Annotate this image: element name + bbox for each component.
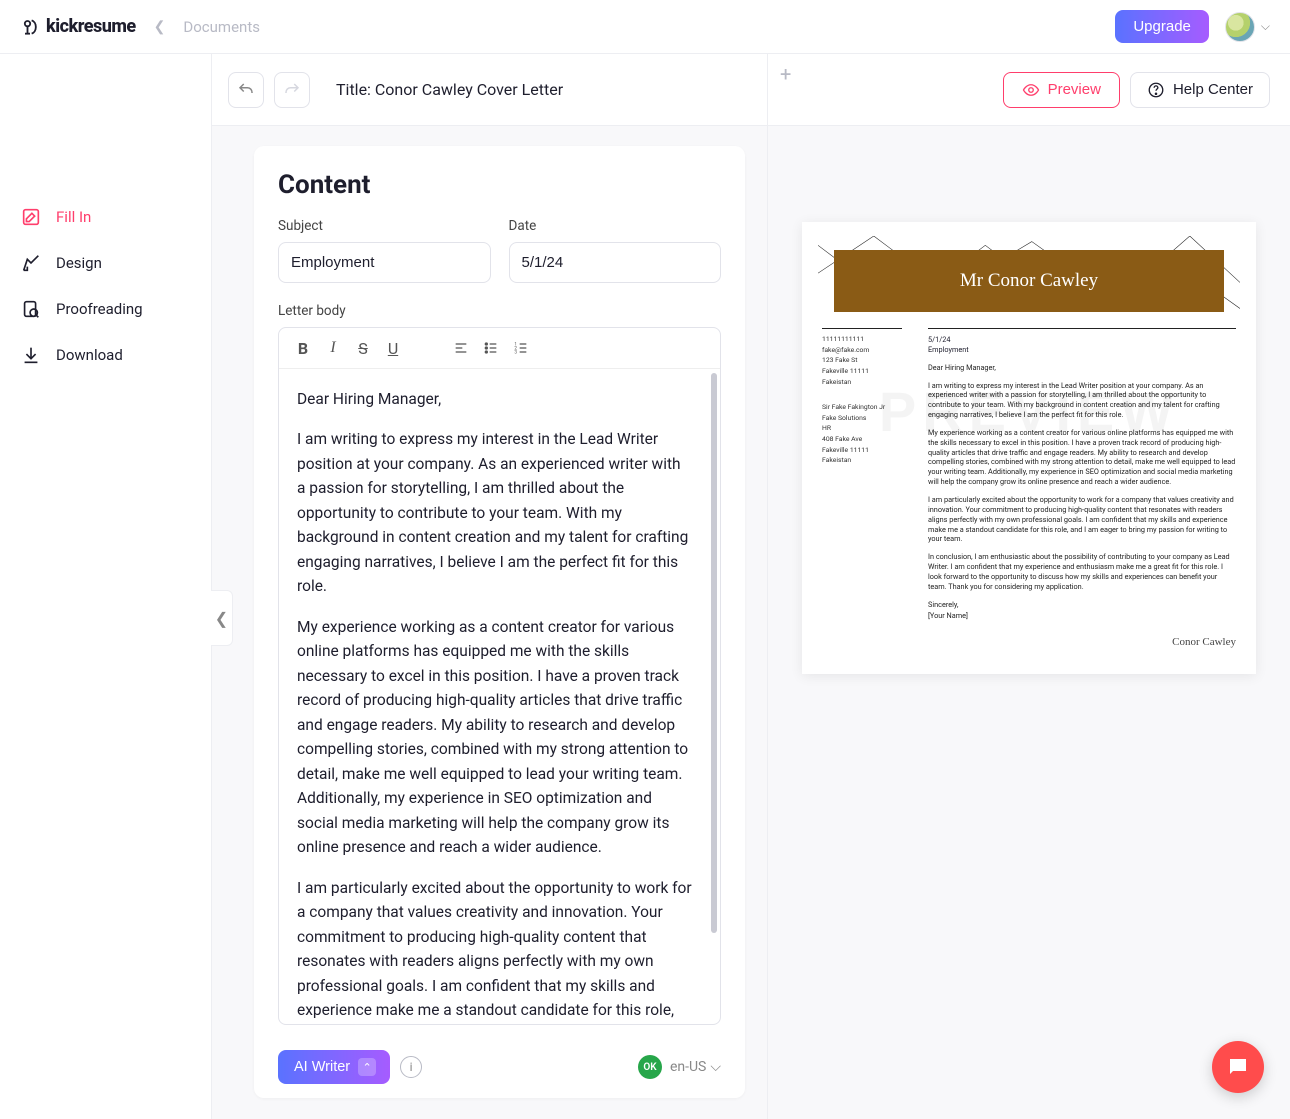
document-title[interactable]: Title: Conor Cawley Cover Letter [336,80,563,99]
subject-input[interactable] [278,242,491,283]
preview-subject: Employment [928,345,1236,355]
date-field: Date [509,218,722,283]
preview-paragraph: I am particularly excited about the oppo… [928,495,1236,544]
chat-support-button[interactable] [1212,1041,1264,1093]
ai-writer-button[interactable]: AI Writer ⌃ [278,1050,390,1084]
document-preview: PREVIEW Mr Conor Cawley 11111111111fake@… [802,222,1256,674]
logo-text: kickresume [46,16,136,37]
undo-button[interactable] [228,72,264,108]
content-card: Content Subject Date Letter body B I S U [254,146,745,1098]
header-left: kickresume ❮ Documents [20,16,260,37]
date-label: Date [509,218,722,234]
upgrade-button[interactable]: Upgrade [1115,10,1209,43]
rich-text-editor: B I S U 123 Dear Hiring Manager, I am wri… [278,327,721,1025]
preview-left-column: 11111111111fake@fake.com123 Fake StFakev… [822,328,902,650]
letter-paragraph: My experience working as a content creat… [297,615,692,860]
align-button[interactable] [447,334,475,362]
preview-signature: Conor Cawley [928,635,1236,650]
preview-name-banner: Mr Conor Cawley [834,250,1224,312]
breadcrumb[interactable]: Documents [183,18,260,36]
help-center-button[interactable]: Help Center [1130,72,1270,108]
design-icon [20,252,42,274]
redo-icon [283,81,301,99]
preview-paragraph: I am writing to express my interest in t… [928,381,1236,420]
preview-header: + Preview Help Center [768,54,1290,126]
numbered-list-button[interactable]: 123 [507,334,535,362]
undo-icon [237,81,255,99]
card-footer: AI Writer ⌃ i OK en-US ⌵ [278,1050,721,1084]
preview-date: 5/1/24 [928,335,1236,345]
nav-item-download[interactable]: Download [0,332,211,378]
subject-field: Subject [278,218,491,283]
nav-label: Design [56,254,102,272]
language-selector[interactable]: en-US ⌵ [670,1059,721,1075]
top-header: kickresume ❮ Documents Upgrade ⌵ [0,0,1290,54]
preview-right-column: 5/1/24 Employment Dear Hiring Manager, I… [928,328,1236,650]
download-icon [20,344,42,366]
logo[interactable]: kickresume [20,16,136,37]
nav-item-fill-in[interactable]: Fill In [0,194,211,240]
underline-button[interactable]: U [379,334,407,362]
letter-body-label: Letter body [278,303,721,319]
preview-closing: Sincerely, [928,600,1236,610]
eye-icon [1022,81,1040,99]
section-heading: Content [278,170,721,200]
nav-label: Proofreading [56,300,143,318]
preview-paragraph: My experience working as a content creat… [928,428,1236,487]
chat-icon [1226,1055,1250,1079]
preview-button[interactable]: Preview [1003,72,1120,108]
letter-paragraph: I am writing to express my interest in t… [297,427,692,598]
chevron-down-icon: ⌵ [710,1059,721,1075]
nav-label: Fill In [56,208,91,226]
info-icon[interactable]: i [400,1056,422,1078]
edit-icon [20,206,42,228]
account-menu[interactable]: ⌵ [1225,12,1270,42]
editor-toolbar: B I S U 123 [279,328,720,369]
help-icon [1147,81,1165,99]
chevron-down-icon: ⌵ [1261,19,1270,34]
scrollbar[interactable] [711,373,717,933]
nav-label: Download [56,346,123,364]
collapse-sidebar-button[interactable]: ❮ [211,590,233,646]
left-nav: Fill In Design Proofreading Download [0,54,211,1119]
bullet-list-button[interactable] [477,334,505,362]
grammar-ok-badge[interactable]: OK [638,1055,662,1079]
chevron-up-icon: ⌃ [358,1058,376,1076]
avatar [1225,12,1255,42]
header-right: Upgrade ⌵ [1115,10,1270,43]
preview-salutation: Dear Hiring Manager, [928,363,1236,373]
subject-label: Subject [278,218,491,234]
strikethrough-button[interactable]: S [349,334,377,362]
letter-paragraph: Dear Hiring Manager, [297,387,692,411]
chevron-left-icon: ❮ [215,609,228,628]
preview-paragraph: In conclusion, I am enthusiastic about t… [928,552,1236,591]
letter-paragraph: I am particularly excited about the oppo… [297,876,692,1024]
date-input[interactable] [509,242,722,283]
bold-button[interactable]: B [289,334,317,362]
add-button[interactable]: + [780,62,791,86]
italic-button[interactable]: I [319,334,347,362]
preview-column: + Preview Help Center PREVIEW Mr Conor C… [767,54,1290,1119]
proofreading-icon [20,298,42,320]
nav-item-proofreading[interactable]: Proofreading [0,286,211,332]
logo-icon [20,17,40,37]
svg-text:3: 3 [514,349,517,355]
editor-header: Title: Conor Cawley Cover Letter [212,54,767,126]
chevron-left-icon[interactable]: ❮ [154,19,166,35]
redo-button[interactable] [274,72,310,108]
nav-item-design[interactable]: Design [0,240,211,286]
letter-body-textarea[interactable]: Dear Hiring Manager, I am writing to expr… [279,369,720,1024]
preview-closing-name: [Your Name] [928,611,1236,621]
editor-column: Title: Conor Cawley Cover Letter ❮ Conte… [211,54,767,1119]
